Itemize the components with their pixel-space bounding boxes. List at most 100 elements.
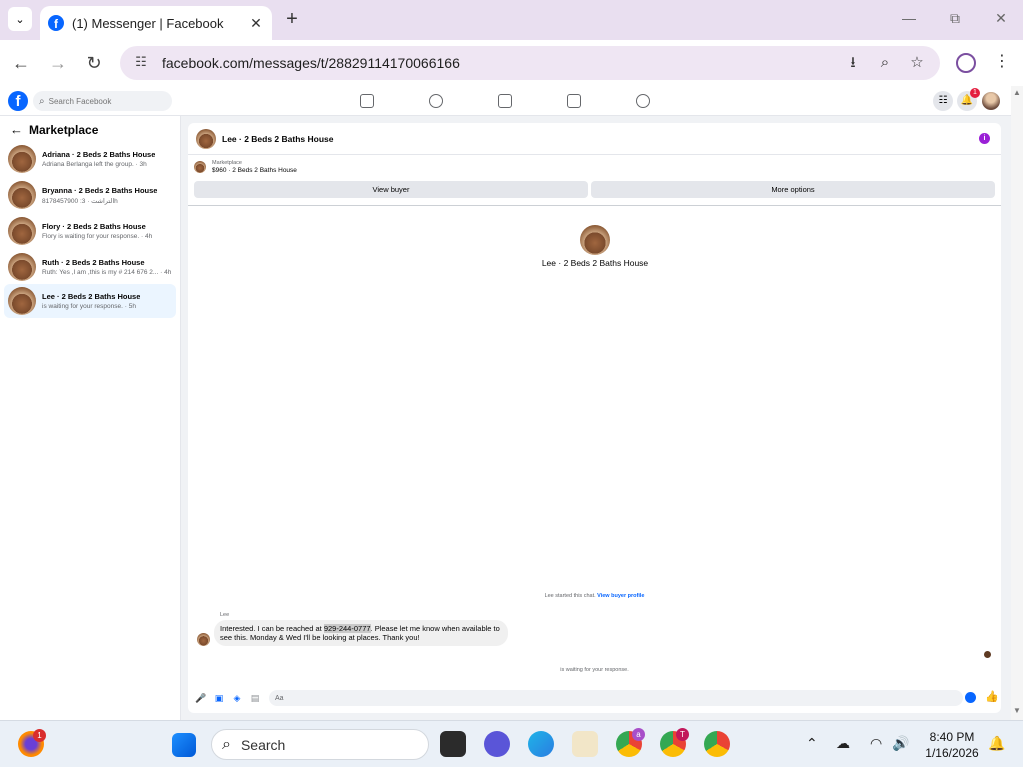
scroll-up-icon[interactable]: ▲ (1013, 88, 1021, 97)
taskbar-clock[interactable]: 8:40 PM 1/16/2026 (922, 729, 982, 761)
sender-avatar[interactable] (197, 633, 210, 646)
chat-title[interactable]: Lee · 2 Beds 2 Baths House (222, 134, 333, 144)
photo-icon[interactable]: ▣ (213, 692, 225, 704)
taskbar-search-label: Search (240, 736, 286, 753)
back-arrow-icon[interactable]: ← (10, 122, 23, 137)
forward-button[interactable]: → (47, 52, 69, 74)
conversation-avatar (8, 145, 36, 173)
windows-taskbar: 1 ⌕ Search a T ⌃ ☁ ◠ 🔊 8:40 PM 1/16/2026… (0, 720, 1023, 767)
facebook-top-nav: f ⌕ ☷ 🔔 (0, 86, 1011, 116)
chrome-active-icon[interactable] (704, 731, 730, 757)
message-composer: 🎤 ▣ ◈ ▤ Aa 👍 (188, 687, 1001, 709)
gif-icon[interactable]: ▤ (249, 692, 261, 704)
close-window-button[interactable]: ✕ (991, 10, 1011, 27)
conversation-item-lee[interactable]: Lee · 2 Beds 2 Baths House is waiting for… (4, 284, 176, 318)
show-hidden-icons-chevron-icon[interactable]: ⌃ (806, 735, 818, 752)
zoom-icon[interactable]: ⌕ (874, 52, 896, 74)
info-icon[interactable]: i (979, 133, 990, 144)
marketplace-icon[interactable] (567, 94, 581, 108)
file-app-icon[interactable] (572, 731, 598, 757)
chat-panel: Lee · 2 Beds 2 Baths House i Marketplace… (188, 123, 1001, 713)
view-buyer-profile-link[interactable]: View buyer profile (597, 593, 644, 599)
conversation-item-bryanna[interactable]: Bryanna · 2 Beds 2 Baths House 8178457900… (4, 178, 176, 212)
account-avatar[interactable] (982, 92, 1000, 110)
restore-button[interactable]: ⧉ (945, 10, 965, 27)
clock-time: 8:40 PM (929, 730, 975, 744)
message-input[interactable]: Aa (269, 690, 963, 706)
conversation-preview: 8178457900 :التراشت · 3h (42, 197, 118, 205)
taskbar-search[interactable]: ⌕ Search (211, 729, 429, 760)
minimize-button[interactable]: — (899, 10, 919, 26)
site-settings-icon[interactable]: ☷ (132, 54, 150, 72)
edge-icon[interactable] (528, 731, 554, 757)
facebook-search[interactable]: ⌕ (33, 91, 172, 111)
listing-thumbnail (194, 161, 206, 173)
chrome-profile-t-badge: T (676, 728, 689, 741)
conversation-preview: Adriana Berlanga left the group. · 3h (42, 161, 147, 168)
browser-toolbar: ← → ↻ ☷ facebook.com/messages/t/28829114… (0, 40, 1023, 86)
home-icon[interactable] (360, 94, 374, 108)
bookmark-star-icon[interactable]: ☆ (906, 52, 928, 74)
marketplace-label: Marketplace (212, 160, 242, 166)
message-bubble[interactable]: Interested. I can be reached at 929-244-… (214, 620, 508, 646)
more-options-button[interactable]: More options (591, 181, 995, 198)
wifi-icon[interactable]: ◠ (870, 735, 882, 752)
groups-icon[interactable] (636, 94, 650, 108)
profile-icon[interactable] (956, 53, 976, 73)
terminal-icon[interactable] (440, 731, 466, 757)
windows-start-icon[interactable] (172, 733, 196, 757)
chat-header: Lee · 2 Beds 2 Baths House (188, 123, 1001, 155)
conversation-name: Bryanna · 2 Beds 2 Baths House (42, 185, 158, 195)
conversation-item-flory[interactable]: Flory · 2 Beds 2 Baths House Flory is wai… (4, 214, 176, 248)
chevron-down-icon: ⌄ (15, 13, 25, 26)
message-phone-number[interactable]: 929-244-0777 (323, 624, 371, 633)
waiting-notice: is waiting for your response. (560, 667, 629, 673)
sidebar-header: ← Marketplace (10, 122, 98, 137)
firefox-badge: 1 (33, 729, 46, 742)
browser-menu-icon[interactable]: ⋮ (994, 51, 1010, 71)
back-button[interactable]: ← (10, 52, 32, 74)
facebook-logo-icon[interactable]: f (8, 91, 28, 111)
conversation-item-adriana[interactable]: Adriana · 2 Beds 2 Baths House Adriana Be… (4, 142, 176, 176)
facebook-favicon-icon: f (48, 15, 64, 31)
notification-badge: 1 (970, 88, 980, 98)
onedrive-icon[interactable]: ☁ (836, 735, 850, 752)
conversation-name: Ruth · 2 Beds 2 Baths House (42, 258, 145, 267)
volume-icon[interactable]: 🔊 (892, 735, 909, 752)
sidebar-title: Marketplace (29, 122, 99, 137)
conversation-preview: Flory is waiting for your response. · 4h (42, 233, 153, 240)
emoji-icon[interactable] (965, 692, 976, 703)
facebook-search-input[interactable] (48, 96, 159, 106)
listing-summary[interactable]: Marketplace $960 · 2 Beds 2 Baths House (194, 160, 297, 174)
tab-title: (1) Messenger | Facebook (72, 15, 224, 31)
reload-button[interactable]: ↻ (83, 52, 105, 74)
chat-started-notice: Lee started this chat. View buyer profil… (388, 593, 801, 599)
message-text-start: Interested. I can be reached at (220, 624, 324, 633)
browser-tab[interactable]: f (1) Messenger | Facebook ✕ (40, 6, 272, 40)
friends-icon[interactable] (429, 94, 443, 108)
menu-grid-icon[interactable]: ☷ (933, 91, 953, 111)
scroll-down-icon[interactable]: ▼ (1013, 706, 1021, 715)
new-tab-button[interactable]: + (282, 8, 302, 30)
buyer-avatar[interactable] (580, 225, 610, 255)
chat-avatar[interactable] (196, 128, 216, 149)
page-scrollbar[interactable]: ▲ ▼ (1011, 86, 1023, 720)
install-app-icon[interactable]: ⭳ (842, 52, 864, 74)
video-icon[interactable] (498, 94, 512, 108)
view-buyer-button[interactable]: View buyer (194, 181, 588, 198)
search-icon: ⌕ (222, 735, 231, 753)
address-bar[interactable]: ☷ facebook.com/messages/t/28829114170066… (120, 46, 940, 80)
notification-bell-icon[interactable]: 🔔 (988, 735, 1005, 752)
chat-app-icon[interactable] (484, 731, 510, 757)
sticker-icon[interactable]: ◈ (231, 692, 243, 704)
conversation-preview: is waiting for your response. · 5h (42, 303, 136, 310)
search-icon: ⌕ (39, 95, 45, 107)
conversation-item-ruth[interactable]: Ruth · 2 Beds 2 Baths House Ruth: Yes ,I … (4, 250, 176, 284)
microphone-icon[interactable]: 🎤 (195, 692, 207, 704)
close-tab-icon[interactable]: ✕ (248, 15, 264, 32)
url-text[interactable]: facebook.com/messages/t/2882911417006616… (162, 55, 832, 71)
conversation-name: Lee · 2 Beds 2 Baths House (42, 292, 141, 301)
browser-tab-bar: ⌄ f (1) Messenger | Facebook ✕ + — ⧉ ✕ (0, 0, 1023, 40)
thumbs-up-icon[interactable]: 👍 (985, 690, 999, 703)
tab-search-button[interactable]: ⌄ (8, 7, 32, 31)
